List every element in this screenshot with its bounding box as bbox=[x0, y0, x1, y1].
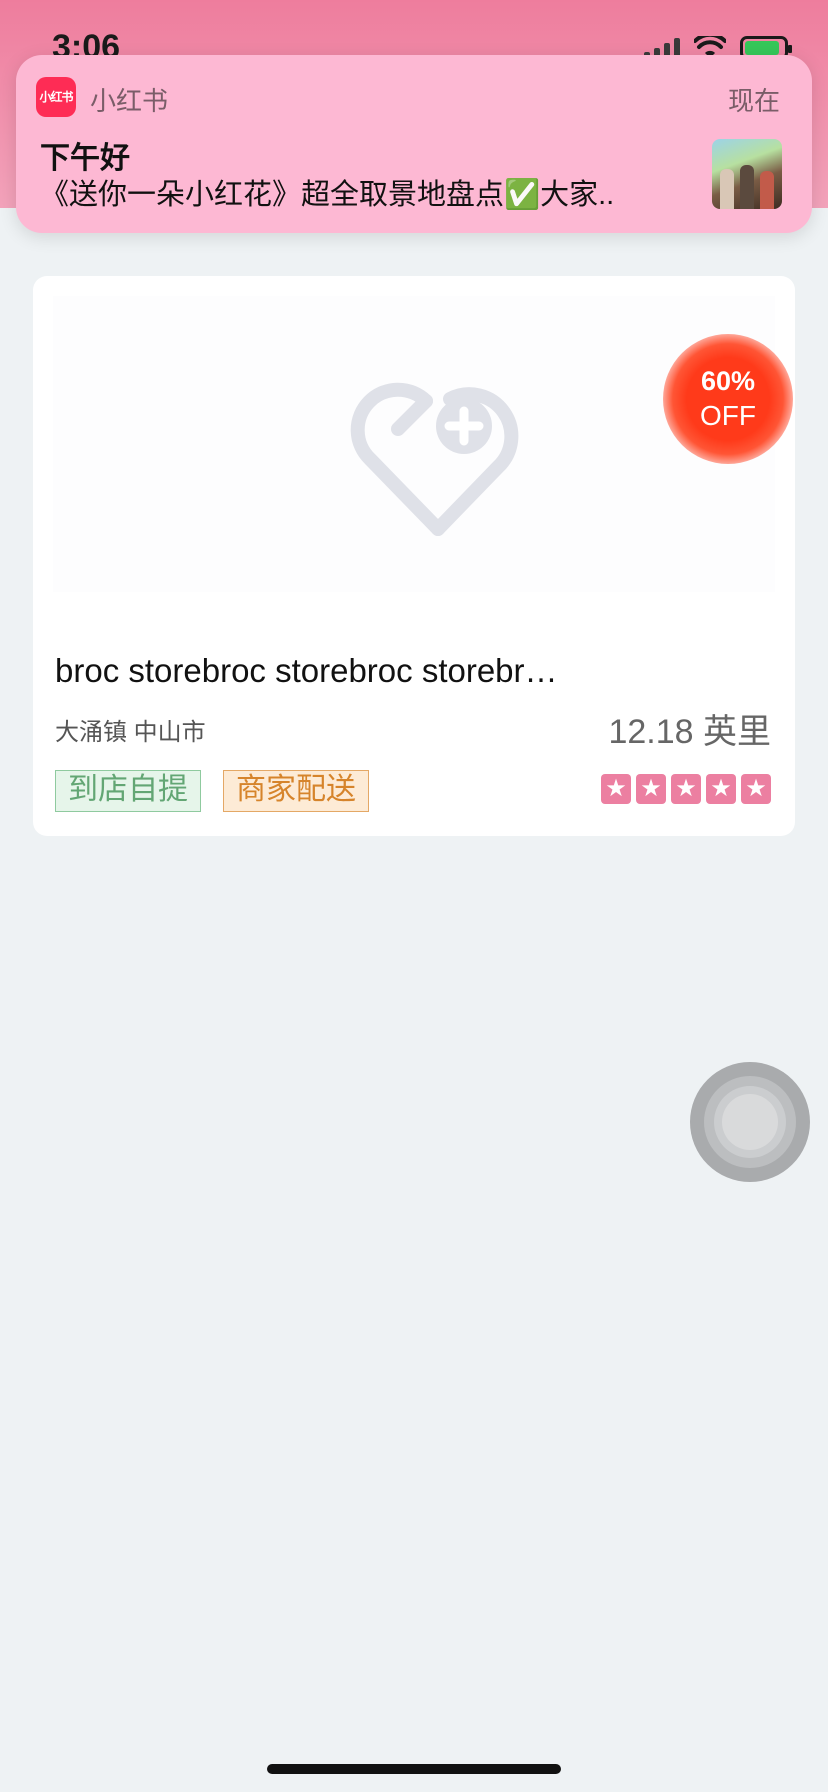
notification-app-name: 小红书 bbox=[90, 86, 169, 116]
home-indicator[interactable] bbox=[267, 1764, 561, 1774]
discount-badge: 60% OFF bbox=[663, 334, 793, 464]
discount-label: OFF bbox=[700, 400, 756, 431]
notification-banner[interactable]: 小红书 小红书 现在 下午好 《送你一朵小红花》超全取景地盘点✅大家.. bbox=[16, 55, 812, 233]
store-distance: 12.18 英里 bbox=[608, 713, 771, 751]
app-icon: 小红书 bbox=[36, 77, 76, 117]
star-icon: ★ bbox=[636, 774, 666, 804]
star-icon: ★ bbox=[671, 774, 701, 804]
pickup-tag: 到店自提 bbox=[55, 770, 201, 812]
discount-percent: 60% bbox=[700, 366, 756, 396]
star-icon: ★ bbox=[601, 774, 631, 804]
store-image-placeholder: 60% OFF bbox=[53, 296, 793, 592]
app-screen: 3:06 小红书 小红书 现在 下午好 《送你一朵小红花》超全取景地盘点✅大家.… bbox=[0, 0, 828, 1792]
notification-time: 现在 bbox=[727, 86, 780, 116]
star-icon: ★ bbox=[706, 774, 736, 804]
notification-body: 《送你一朵小红花》超全取景地盘点✅大家.. bbox=[40, 179, 615, 211]
store-name: broc storebroc storebroc storebroc store bbox=[55, 652, 575, 689]
store-location: 大涌镇 中山市 bbox=[55, 719, 206, 746]
delivery-tag: 商家配送 bbox=[223, 770, 369, 812]
star-icon: ★ bbox=[741, 774, 771, 804]
notification-thumbnail bbox=[712, 139, 782, 209]
assistive-touch-icon[interactable] bbox=[690, 1062, 810, 1182]
heart-plus-icon bbox=[350, 382, 519, 536]
star-rating: ★ ★ ★ ★ ★ bbox=[601, 774, 771, 804]
store-card[interactable]: 60% OFF broc storebroc storebroc storebr… bbox=[33, 276, 795, 836]
